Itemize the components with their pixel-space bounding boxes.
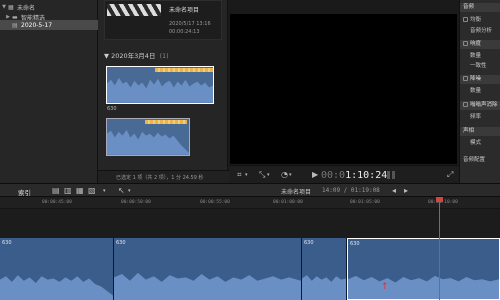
overwrite-clip-icon[interactable]: ▧ xyxy=(88,187,96,195)
index-button[interactable]: 索引 xyxy=(18,187,31,197)
timeline-project-title: 未命名项目 xyxy=(281,189,312,196)
event-group-title: 2020年3月4日 xyxy=(111,52,156,60)
browser-status-bar: 已选定 1 项（共 2 项），1 分 24.59 秒 xyxy=(98,170,229,183)
library-sidebar: ▼ ▦ 未命名 ▶ ▬ 智能精选 ▤ 2020-5-17 xyxy=(0,0,98,183)
chevron-down-icon[interactable]: ▾ xyxy=(267,171,270,179)
timeline-ruler[interactable]: 00:00:45:00 00:00:50:00 00:00:55:00 00:0… xyxy=(0,197,500,209)
inspector-section-pan[interactable]: 声相 xyxy=(460,127,500,136)
ruler-tick-label: 00:01:05:00 xyxy=(350,200,380,205)
audio-waveform xyxy=(107,130,189,155)
chevron-down-icon[interactable]: ▾ xyxy=(128,187,131,195)
timeline-clip[interactable]: 630 xyxy=(302,238,347,300)
chevron-down-icon[interactable]: ▾ xyxy=(289,171,292,179)
ruler-tick-label: 00:00:45:00 xyxy=(42,200,72,205)
browser-clip-second[interactable] xyxy=(106,118,190,156)
project-duration: 00:00:24:13 xyxy=(169,29,200,35)
inspector-section-hum[interactable]: 嗡嗡声消除 xyxy=(460,101,500,110)
audio-waveform xyxy=(114,272,301,300)
library-item-event[interactable]: ▤ 2020-5-17 xyxy=(0,20,98,30)
insert-clip-icon[interactable]: ▥ xyxy=(64,187,72,195)
project-card[interactable]: 未命名项目 2020/5/17 13:16 00:00:24:13 xyxy=(104,0,222,40)
clapboard-icon xyxy=(107,4,161,16)
event-icon: ▤ xyxy=(12,21,18,29)
inspector-section-audio[interactable]: 音频 xyxy=(460,3,500,12)
project-date: 2020/5/17 13:16 xyxy=(169,21,211,27)
inspector-panel: 音频 均衡 音频分析 响度 数量 一致性 降噪 数量 嗡嗡声消除 频率 声相 模… xyxy=(459,0,500,183)
library-icon: ▦ xyxy=(8,3,14,11)
timeline-clip[interactable]: 630 xyxy=(114,238,302,300)
fullscreen-icon[interactable]: ⤢ xyxy=(447,171,453,179)
speed-icon[interactable]: ◔ xyxy=(281,171,288,179)
inspector-row-uniformity: 一致性 xyxy=(470,63,487,69)
checkbox-icon[interactable] xyxy=(463,41,468,46)
favorite-range xyxy=(155,68,213,72)
audio-meter-icon xyxy=(387,171,390,179)
inspector-row-amount: 数量 xyxy=(470,53,482,59)
inspector-row-audio-config[interactable]: 音频配置 xyxy=(460,156,500,165)
timeline-toolbar: 索引 ▤ ▥ ▦ ▧ ▾ ↖ ▾ 未命名项目 14:09 / 01:19:08 … xyxy=(0,183,500,197)
inspector-row-amount: 数量 xyxy=(470,88,482,94)
favorite-range xyxy=(145,120,187,124)
back-icon[interactable]: ◂ xyxy=(392,187,396,195)
browser-clip[interactable] xyxy=(106,66,214,104)
viewer-toolbar: ⌗ ▾ ⤡ ▾ ◔ ▾ ▶ 00:01:10:24 ⤢ xyxy=(229,165,459,183)
crop-icon[interactable]: ⌗ xyxy=(237,171,242,179)
transform-icon[interactable]: ⤡ xyxy=(259,171,265,179)
ruler-tick-label: 00:00:50:00 xyxy=(121,200,151,205)
arrow-up-icon: ↑ xyxy=(381,282,389,292)
viewer-screen[interactable] xyxy=(230,14,457,164)
timeline-clip-selected[interactable]: 630 ↑ xyxy=(347,238,500,300)
checkbox-icon[interactable] xyxy=(463,17,468,22)
timeline-clip[interactable]: 630 xyxy=(0,238,114,300)
ruler-tick-label: 00:00:55:00 xyxy=(200,200,230,205)
event-group-count: (1) xyxy=(159,52,169,60)
collapse-triangle-icon[interactable]: ▼ xyxy=(104,52,109,60)
inspector-row-frequency: 频率 xyxy=(470,114,482,120)
audio-waveform xyxy=(0,274,113,300)
chevron-down-icon[interactable]: ▾ xyxy=(103,187,106,195)
checkbox-icon[interactable] xyxy=(463,102,468,107)
selection-status: 已选定 1 项（共 2 项），1 分 24.59 秒 xyxy=(116,175,204,181)
playhead[interactable] xyxy=(439,199,440,300)
timecode-display[interactable]: 00:01:10:24 xyxy=(321,170,387,181)
checkbox-icon[interactable] xyxy=(463,76,468,81)
select-tool-icon[interactable]: ↖ xyxy=(118,187,125,195)
playhead-handle[interactable] xyxy=(436,197,443,202)
inspector-section-noise[interactable]: 降噪 xyxy=(460,75,500,84)
inspector-section-loudness[interactable]: 响度 xyxy=(460,40,500,49)
append-clip-icon[interactable]: ▦ xyxy=(76,187,84,195)
library-item-root[interactable]: ▼ ▦ 未命名 xyxy=(0,2,98,12)
event-group-header[interactable]: ▼ 2020年3月4日 (1) xyxy=(104,50,169,60)
chevron-down-icon[interactable]: ▾ xyxy=(245,171,248,179)
ruler-tick-label: 00:01:00:00 xyxy=(273,200,303,205)
audio-waveform xyxy=(302,274,346,300)
timeline-position: 14:09 / 01:19:08 xyxy=(322,187,380,194)
connect-clip-icon[interactable]: ▤ xyxy=(52,187,60,195)
inspector-row-mode: 模式 xyxy=(470,140,482,146)
inspector-row-analysis: 音频分析 xyxy=(470,28,493,34)
forward-icon[interactable]: ▸ xyxy=(404,187,408,195)
audio-waveform xyxy=(348,275,499,299)
audio-meter-icon xyxy=(392,171,395,179)
audio-waveform xyxy=(107,78,213,103)
play-icon[interactable]: ▶ xyxy=(312,171,318,179)
inspector-row-eq[interactable]: 均衡 xyxy=(460,16,500,25)
browser-clip-label: 630 xyxy=(107,106,117,112)
project-name: 未命名项目 xyxy=(169,7,200,14)
expand-triangle-icon[interactable]: ▼ xyxy=(0,4,8,10)
